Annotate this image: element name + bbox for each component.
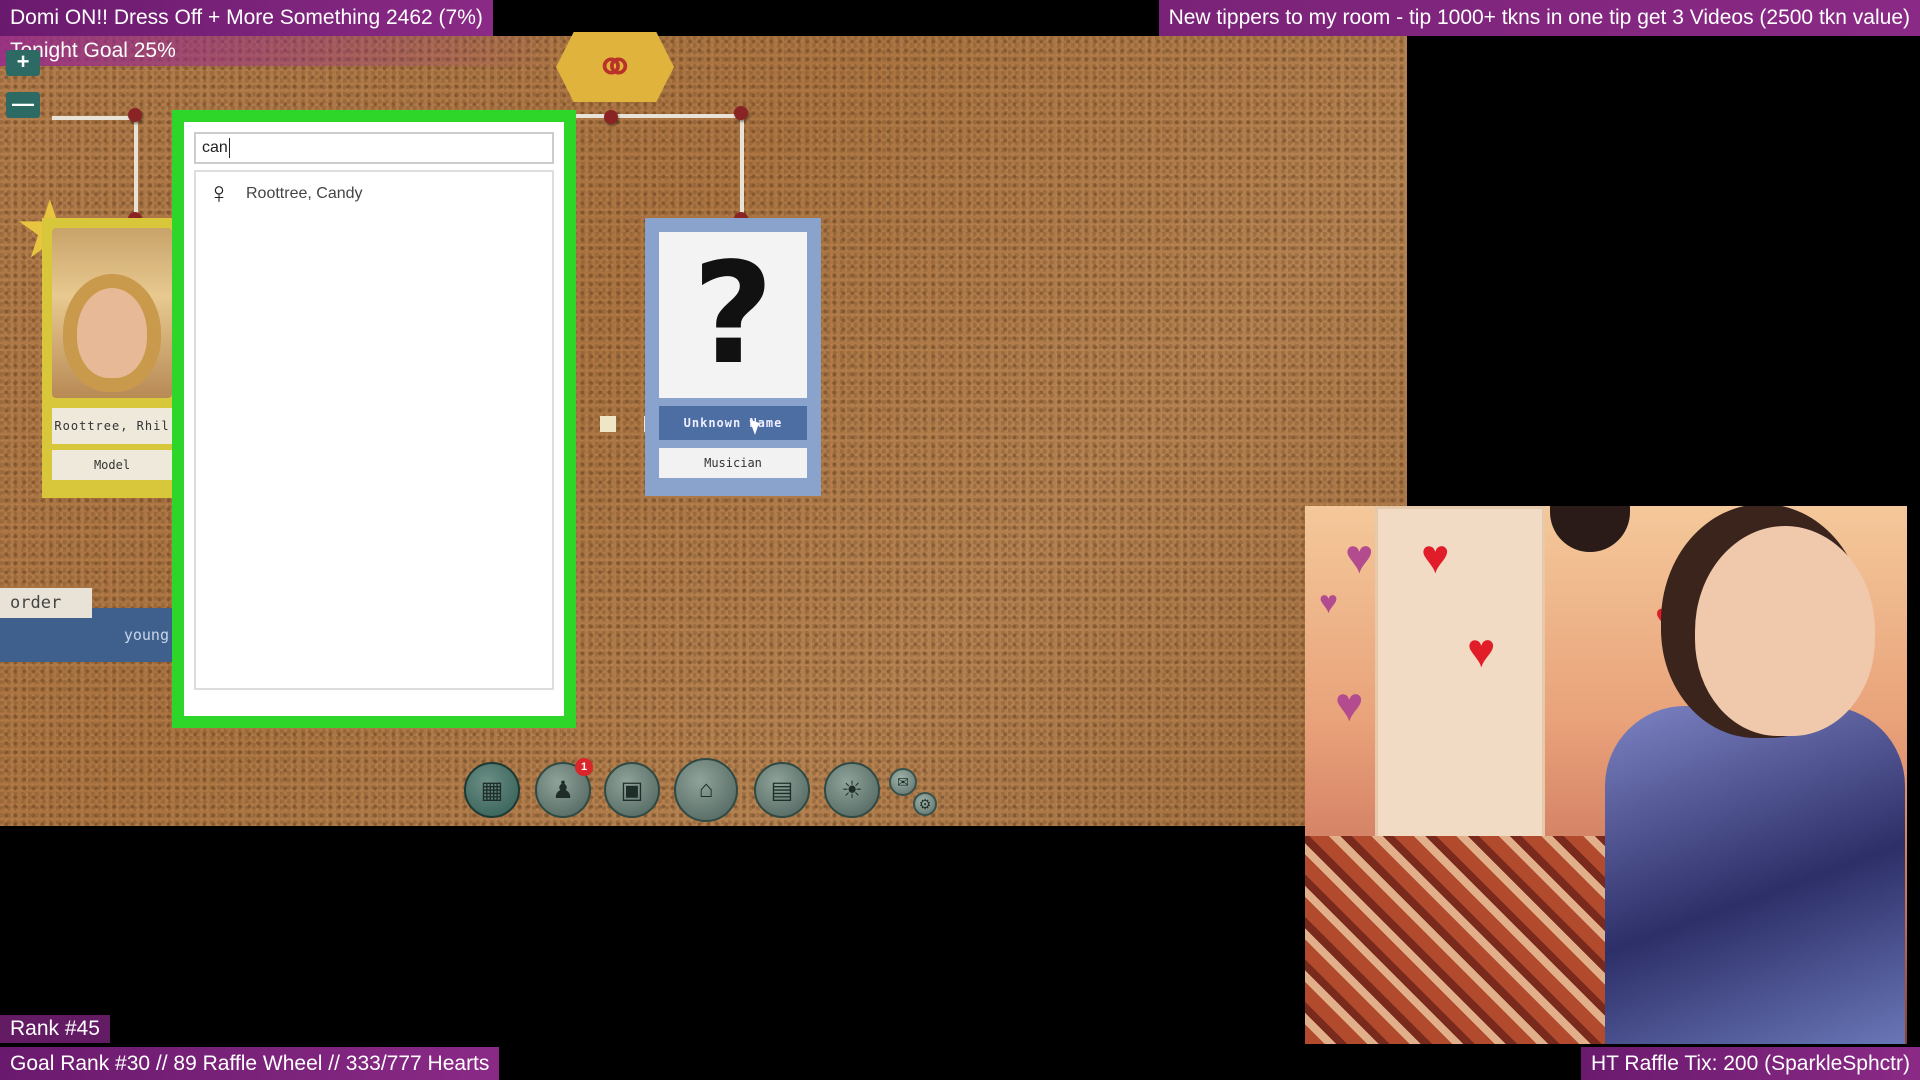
idea-icon: ☀ (841, 776, 863, 804)
string-connector (574, 114, 744, 118)
notebook-button[interactable]: ▤ (754, 762, 810, 818)
search-input-value: can (202, 139, 228, 156)
plus-icon: + (16, 49, 30, 74)
corkboard-button[interactable]: ▦ (464, 762, 520, 818)
contacts-button[interactable]: ♟ 1 (535, 758, 593, 818)
lamp (1550, 506, 1630, 552)
name-search-panel: can ♀ Roottree, Candy (172, 110, 576, 728)
computer-icon: ▣ (620, 776, 644, 804)
person-role-tag[interactable]: Model (52, 450, 172, 480)
note-tag-text: order (10, 593, 62, 613)
chat-icon: ✉ (897, 773, 909, 790)
webcam-video: ♥ ♥ ♥ ♥ ♥ ♥ (1305, 506, 1907, 1044)
note-tag-text: young (123, 626, 169, 644)
heart-decoration: ♥ (1421, 531, 1450, 584)
goal-rank-text: Goal Rank #30 // 89 Raffle Wheel // 333/… (10, 1051, 490, 1075)
contacts-icon: ♟ (552, 776, 574, 804)
background-door (1375, 506, 1545, 866)
heart-decoration: ♥ (1335, 679, 1364, 732)
unknown-person-card[interactable]: ? Unknown Name Musician (645, 218, 821, 496)
string-connector (52, 116, 136, 120)
string-connector (740, 114, 744, 218)
search-input[interactable]: can (194, 132, 554, 164)
notification-badge: 1 (575, 758, 593, 776)
zoom-out-button[interactable]: — (6, 92, 40, 118)
search-results-list[interactable]: ♀ Roottree, Candy (194, 170, 554, 690)
search-result-item[interactable]: ♀ Roottree, Candy (196, 172, 552, 216)
heart-decoration: ♥ (1319, 584, 1338, 620)
search-panel-body: can ♀ Roottree, Candy (184, 122, 564, 716)
settings-button[interactable]: ⚙ (913, 792, 937, 816)
tonight-goal-bar: Tonight Goal 25% (0, 36, 560, 66)
pin (128, 108, 142, 122)
text-caret (228, 138, 230, 158)
minus-icon: — (12, 91, 34, 116)
person-photo (52, 228, 172, 398)
rank-text: Rank #45 (10, 1017, 100, 1040)
chat-button[interactable]: ✉ (889, 768, 917, 796)
corkboard-icon: ▦ (480, 776, 504, 804)
black-area (1407, 36, 1920, 506)
rug (1305, 836, 1605, 1044)
home-button[interactable]: ⌂ (674, 758, 738, 822)
zoom-in-button[interactable]: + (6, 50, 40, 76)
person-name-tag[interactable]: Roottree, Rhil (52, 408, 172, 444)
streamer-body (1605, 706, 1905, 1044)
tipper-banner: New tippers to my room - tip 1000+ tkns … (1158, 0, 1920, 36)
unknown-name-button[interactable]: Unknown Name (659, 406, 807, 440)
rings-icon[interactable]: ⚭ (556, 32, 674, 102)
raffle-banner: HT Raffle Tix: 200 (SparkleSphctr) (1580, 1047, 1920, 1080)
computer-button[interactable]: ▣ (604, 762, 660, 818)
search-result-name: Roottree, Candy (246, 185, 363, 202)
tipper-text: New tippers to my room - tip 1000+ tkns … (1168, 6, 1910, 29)
pin (604, 110, 618, 124)
stream-goal-text: Domi ON!! Dress Off + More Something 246… (10, 6, 483, 29)
person-card[interactable]: Roottree, Rhil Model (42, 218, 182, 498)
idea-button[interactable]: ☀ (824, 762, 880, 818)
heart-decoration: ♥ (1345, 531, 1374, 584)
stream-goal-banner: Domi ON!! Dress Off + More Something 246… (0, 0, 493, 36)
female-icon: ♀ (207, 177, 231, 210)
heart-decoration: ♥ (1467, 625, 1496, 678)
note-chip (600, 416, 616, 432)
role-button[interactable]: Musician (659, 448, 807, 478)
goal-rank-banner: Goal Rank #30 // 89 Raffle Wheel // 333/… (0, 1047, 500, 1080)
home-icon: ⌂ (698, 776, 714, 803)
gear-icon: ⚙ (918, 795, 932, 812)
rank-label: Rank #45 (0, 1015, 110, 1043)
string-connector (134, 116, 138, 220)
pin (734, 106, 748, 120)
note-tag[interactable]: order (0, 588, 92, 618)
notebook-icon: ▤ (770, 776, 794, 804)
question-mark-icon: ? (659, 232, 807, 398)
heart-decoration: ♥ (1655, 596, 1679, 640)
raffle-text: HT Raffle Tix: 200 (SparkleSphctr) (1590, 1051, 1910, 1075)
streamer-head (1695, 526, 1875, 736)
